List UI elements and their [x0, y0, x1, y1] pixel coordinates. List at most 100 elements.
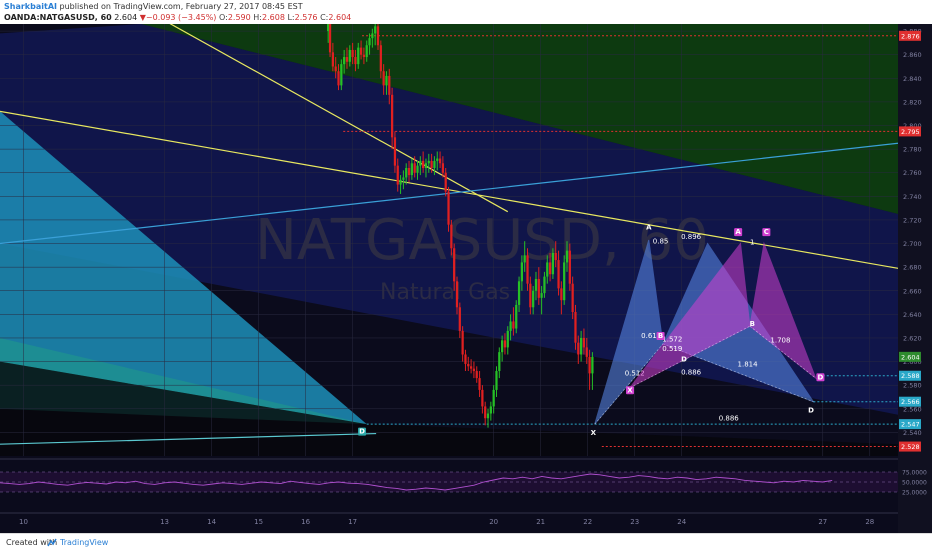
- tradingview-link[interactable]: TradingView: [60, 538, 108, 547]
- candle-body: [506, 330, 509, 348]
- candle-body: [526, 255, 529, 284]
- high-value: 2.608: [262, 13, 285, 22]
- published-text: published on TradingView.com, February 2…: [59, 2, 303, 11]
- candle-body: [503, 340, 507, 348]
- price-tag-label: 2.547: [901, 421, 920, 429]
- chart-screenshot: SharkbaitAI published on TradingView.com…: [0, 0, 932, 551]
- rsi-level-label: 25.0000: [902, 490, 927, 497]
- candle-body: [534, 278, 538, 291]
- candle-body: [579, 337, 583, 355]
- pattern-point-label: B: [750, 320, 755, 328]
- candle-body: [351, 49, 354, 58]
- price-tick-label: 2.840: [903, 75, 922, 83]
- price-tag-label: 2.566: [901, 398, 920, 406]
- time-tick-label: 17: [348, 518, 357, 526]
- candle-body: [532, 290, 535, 308]
- price-tick-label: 2.640: [903, 311, 922, 319]
- footer: Created with TradingView: [0, 533, 932, 551]
- open-label: O:: [218, 13, 228, 22]
- low-value: 2.576: [294, 13, 318, 22]
- pattern-ratio-label: 0.519: [662, 345, 682, 353]
- candle-body: [486, 413, 490, 419]
- candle-body: [509, 321, 512, 331]
- candle-body: [498, 352, 501, 372]
- pattern-ratio-label: 1: [750, 239, 754, 247]
- candle-body: [441, 163, 445, 173]
- candle-body: [362, 54, 366, 58]
- candle-body: [478, 378, 481, 390]
- time-tick-label: 15: [254, 518, 263, 526]
- price-tick-label: 2.580: [903, 382, 922, 390]
- candle-body: [379, 45, 382, 72]
- pattern-point-label: D: [818, 373, 824, 381]
- candle-body: [348, 49, 351, 62]
- candle-body: [543, 276, 546, 294]
- candle-body: [520, 262, 524, 282]
- author-link[interactable]: SharkbaitAI: [4, 2, 57, 11]
- candle-body: [413, 163, 416, 173]
- price-tag-label: 2.795: [901, 128, 920, 136]
- publish-info: SharkbaitAI published on TradingView.com…: [4, 2, 303, 11]
- tradingview-logo-icon: [47, 538, 57, 547]
- candle-body: [523, 255, 526, 263]
- time-tick-label: 10: [19, 518, 28, 526]
- candle-body: [368, 38, 371, 46]
- candle-body: [560, 288, 563, 301]
- price-tick-label: 2.820: [903, 98, 922, 106]
- candle-body: [447, 191, 450, 225]
- price-tick-label: 2.740: [903, 193, 922, 201]
- candle-body: [419, 160, 422, 166]
- candle-body: [548, 262, 552, 275]
- time-tick-label: 23: [630, 518, 639, 526]
- price-tick-label: 2.780: [903, 146, 922, 154]
- candle-body: [357, 47, 360, 65]
- close-value: 2.604: [328, 13, 352, 22]
- watermark-symbol: NATGASUSD, 60: [255, 208, 709, 273]
- candle-body: [376, 26, 380, 46]
- candle-body: [554, 252, 557, 261]
- candle-body: [515, 304, 518, 329]
- candle-body: [537, 278, 540, 298]
- candle-body: [410, 163, 413, 176]
- candle-body: [450, 224, 453, 249]
- candle-body: [340, 64, 343, 86]
- candle-body: [365, 45, 368, 58]
- pattern-ratio-label: 0.886: [681, 369, 702, 377]
- candle-body: [565, 250, 569, 263]
- candle-body: [382, 71, 385, 86]
- candle-body: [574, 312, 577, 343]
- pattern-point-label: C: [764, 228, 769, 236]
- candle-body: [334, 66, 337, 72]
- price-tick-label: 2.860: [903, 51, 922, 59]
- price-tick-label: 2.620: [903, 334, 922, 342]
- candle-body: [453, 248, 456, 282]
- time-tick-label: 14: [207, 518, 216, 526]
- pattern-ratio-label: 0.886: [719, 415, 740, 423]
- price-tag-label: 2.604: [901, 353, 920, 361]
- candle-body: [374, 26, 377, 34]
- candle-body: [393, 137, 397, 166]
- price-chart[interactable]: NATGASUSD, 60 Natural Gas 0.896 0.886 1.814 0…: [0, 24, 932, 533]
- price-tick-label: 2.700: [903, 240, 922, 248]
- pattern-point-label: X: [591, 429, 597, 437]
- candle-body: [396, 165, 399, 185]
- price-tick-label: 2.720: [903, 216, 922, 224]
- candle-body: [343, 57, 346, 65]
- candle-body: [500, 340, 504, 353]
- rsi-level-label: 75.0000: [902, 470, 927, 477]
- time-tick-label: 28: [865, 518, 874, 526]
- pattern-point-label: D: [808, 406, 814, 414]
- pattern-ratio-label: 0.85: [653, 238, 669, 246]
- symbol-info: OANDA:NATGASUSD, 60 2.604 ▼−0.093 (−3.45…: [4, 13, 351, 22]
- candle-body: [422, 160, 425, 168]
- candle-body: [540, 293, 543, 298]
- candle-body: [481, 389, 484, 407]
- candle-body: [438, 158, 442, 164]
- watermark-name: Natural Gas: [380, 280, 510, 305]
- candle-body: [585, 347, 588, 357]
- candle-body: [385, 75, 388, 86]
- candle-body: [571, 283, 574, 312]
- candle-body: [464, 354, 467, 364]
- candle-body: [588, 356, 591, 374]
- pattern-point-label: D: [681, 356, 687, 364]
